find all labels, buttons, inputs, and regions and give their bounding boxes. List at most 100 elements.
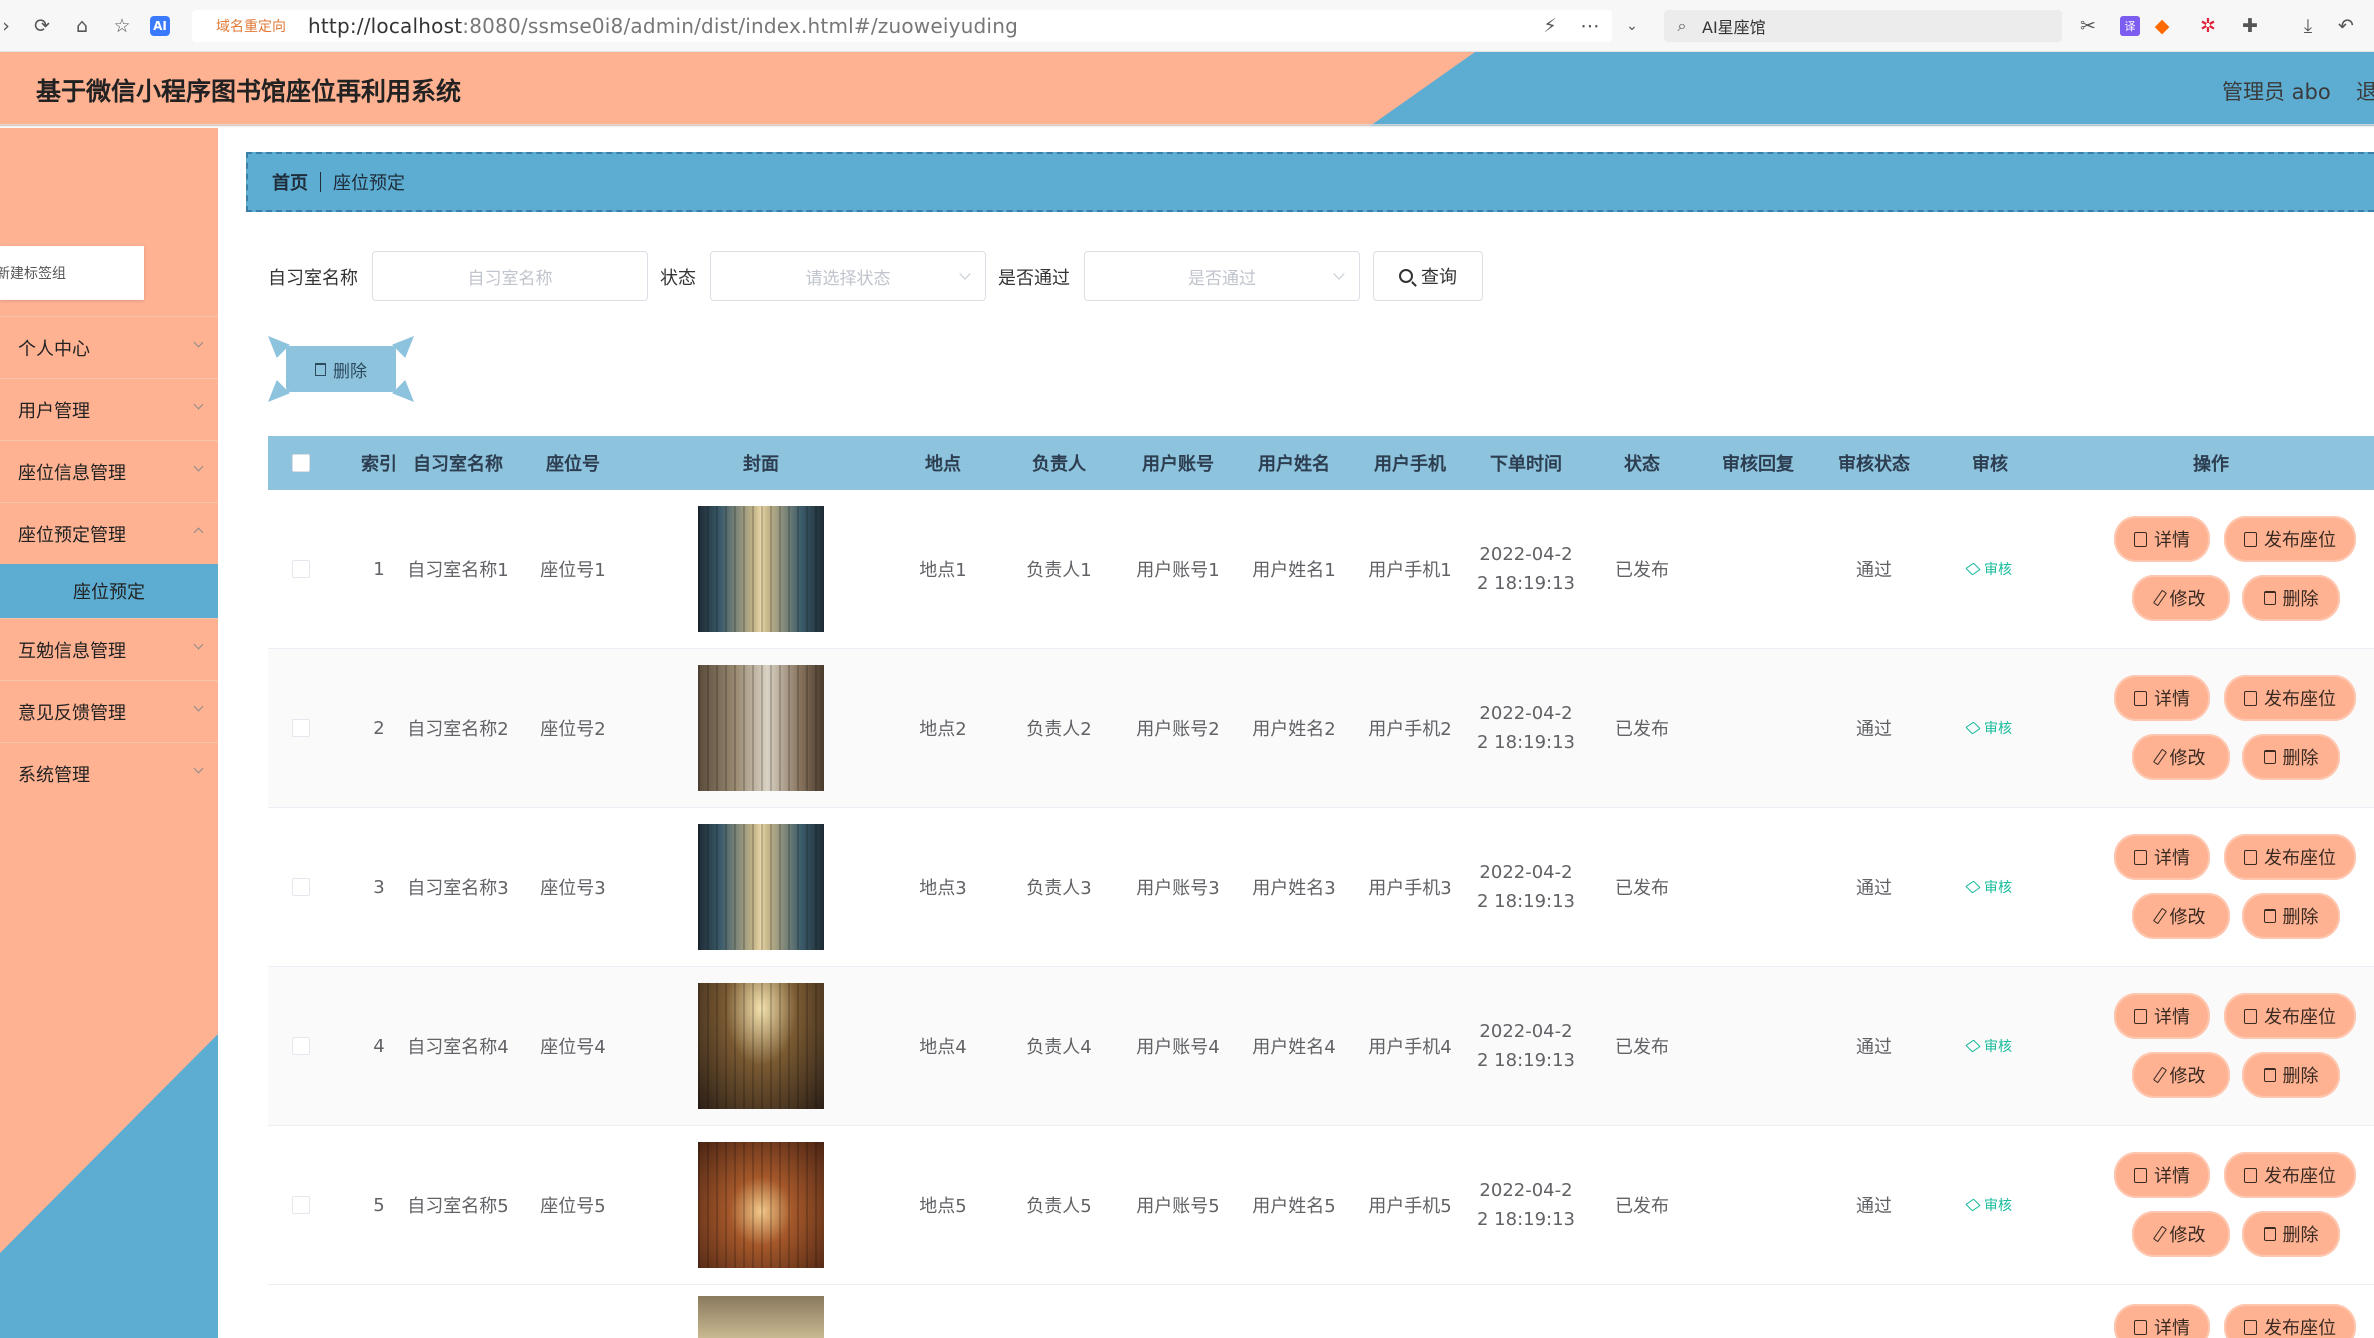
detail-button[interactable]: 详情 bbox=[2114, 993, 2210, 1039]
logout-link[interactable]: 退 bbox=[2356, 76, 2374, 106]
publish-seat-button[interactable]: 发布座位 bbox=[2224, 834, 2356, 880]
table-row: 4 自习室名称4 座位号4 地点4 负责人4 用户账号4 用户姓名4 用户手机4… bbox=[268, 967, 2374, 1126]
delete-button[interactable]: 删除 bbox=[2242, 1211, 2340, 1257]
chevron-down-icon bbox=[193, 399, 204, 410]
home-icon[interactable]: ⌂ bbox=[72, 15, 92, 37]
chevron-down-icon bbox=[193, 701, 204, 712]
cell-audit-status: 通过 bbox=[1856, 1196, 1892, 1217]
detail-button[interactable]: 详情 bbox=[2114, 516, 2210, 562]
delete-button[interactable]: 删除 bbox=[2242, 575, 2340, 621]
pass-label: 是否通过 bbox=[998, 268, 1070, 289]
audit-link[interactable]: 审核 bbox=[1932, 967, 2048, 1125]
breadcrumb-home[interactable]: 首页 bbox=[272, 169, 308, 195]
sidebar-item-feedback[interactable]: 意见反馈管理 bbox=[0, 680, 218, 742]
detail-button[interactable]: 详情 bbox=[2114, 1152, 2210, 1198]
room-name-input[interactable]: 自习室名称 bbox=[372, 251, 648, 301]
audit-link[interactable]: 审核 bbox=[1932, 808, 2048, 966]
audit-link[interactable]: 审核 bbox=[1932, 490, 2048, 648]
edit-button[interactable]: 修改 bbox=[2132, 893, 2230, 939]
pencil-icon bbox=[2152, 748, 2167, 766]
favorite-icon[interactable]: ☆ bbox=[112, 15, 132, 37]
row-checkbox[interactable] bbox=[292, 1196, 310, 1214]
breadcrumb-current: 座位预定 bbox=[333, 173, 405, 194]
cell-time: 2022-04-2 2 18:19:13 bbox=[1476, 703, 1575, 753]
chevron-down-icon[interactable]: ⌄ bbox=[1622, 16, 1642, 36]
cell-name: 用户姓名2 bbox=[1252, 719, 1336, 740]
chevron-down-icon bbox=[193, 763, 204, 774]
publish-seat-button[interactable]: 发布座位 bbox=[2224, 675, 2356, 721]
audit-link[interactable]: 审核 bbox=[1932, 649, 2048, 807]
tab-group-label[interactable]: 新建标签组 bbox=[0, 246, 144, 300]
sidebar-subitem-seat-booking[interactable]: 座位预定 bbox=[0, 564, 218, 618]
sidebar-item-personal[interactable]: 个人中心 bbox=[0, 316, 218, 378]
cell-room: 自习室名称2 bbox=[407, 719, 509, 740]
status-select[interactable]: 请选择状态 bbox=[710, 251, 986, 301]
reload-icon[interactable]: ⟳ bbox=[32, 15, 52, 37]
trash-icon bbox=[2263, 1068, 2276, 1082]
sidebar-item-seat-booking[interactable]: 座位预定管理 bbox=[0, 502, 218, 564]
download-icon[interactable]: ⤓ bbox=[2298, 15, 2318, 37]
row-checkbox[interactable] bbox=[292, 719, 310, 737]
audit-link[interactable]: 审核 bbox=[1932, 1126, 2048, 1284]
ai-extension-icon[interactable]: AI bbox=[150, 16, 170, 36]
browser-search[interactable]: ⌕ AI星座馆 bbox=[1664, 10, 2062, 42]
cell-place: 地点2 bbox=[919, 719, 967, 740]
document-icon bbox=[2134, 849, 2147, 865]
table-row: 1 自习室名称1 座位号1 地点1 负责人1 用户账号1 用户姓名1 用户手机1… bbox=[268, 490, 2374, 649]
cell-seat: 座位号5 bbox=[540, 1196, 606, 1217]
publish-seat-button[interactable]: 发布座位 bbox=[2224, 1152, 2356, 1198]
edit-button[interactable]: 修改 bbox=[2132, 1052, 2230, 1098]
cell-seat: 座位号3 bbox=[540, 878, 606, 899]
cell-name: 用户姓名3 bbox=[1252, 878, 1336, 899]
chevron-down-icon bbox=[193, 639, 204, 650]
admin-user[interactable]: 管理员 abo bbox=[2222, 76, 2331, 106]
publish-seat-button[interactable]: 发布座位 bbox=[2224, 516, 2356, 562]
row-checkbox[interactable] bbox=[292, 1037, 310, 1055]
cell-seat: 座位号1 bbox=[540, 560, 606, 581]
edit-button[interactable]: 修改 bbox=[2132, 575, 2230, 621]
undo-icon[interactable]: ↶ bbox=[2336, 15, 2356, 37]
delete-button[interactable]: 删除 bbox=[2242, 1052, 2340, 1098]
cell-status: 已发布 bbox=[1615, 1196, 1669, 1217]
row-checkbox[interactable] bbox=[292, 878, 310, 896]
detail-button[interactable]: 详情 bbox=[2114, 675, 2210, 721]
detail-button[interactable]: 详情 bbox=[2114, 834, 2210, 880]
sidebar-item-system[interactable]: 系统管理 bbox=[0, 742, 218, 804]
edit-button[interactable]: 修改 bbox=[2132, 1211, 2230, 1257]
extension-red-icon[interactable]: ✲ bbox=[2198, 15, 2218, 37]
table-row: 2 自习室名称2 座位号2 地点2 负责人2 用户账号2 用户姓名2 用户手机2… bbox=[268, 649, 2374, 808]
puzzle-icon[interactable]: ✚ bbox=[2240, 15, 2260, 37]
publish-seat-button[interactable]: 发布座位 bbox=[2224, 1304, 2356, 1338]
query-button[interactable]: 查询 bbox=[1373, 251, 1483, 301]
cell-seat: 座位号4 bbox=[540, 1037, 606, 1058]
cover-image bbox=[698, 824, 824, 950]
lightning-icon[interactable]: ⚡ bbox=[1540, 15, 1560, 37]
breadcrumb-separator bbox=[320, 172, 321, 192]
cell-room: 自习室名称5 bbox=[407, 1196, 509, 1217]
forward-icon[interactable]: › bbox=[0, 15, 16, 37]
cover-image bbox=[698, 983, 824, 1109]
address-bar[interactable]: 域名重定向 http://localhost:8080/ssmse0i8/adm… bbox=[192, 10, 1612, 42]
app-header: 基于微信小程序图书馆座位再利用系统 管理员 abo 退 bbox=[0, 52, 2374, 126]
batch-delete-button[interactable]: 删除 bbox=[268, 336, 414, 402]
select-all-checkbox[interactable] bbox=[292, 454, 310, 472]
pass-select[interactable]: 是否通过 bbox=[1084, 251, 1360, 301]
scissors-icon[interactable]: ✂ bbox=[2078, 15, 2098, 37]
game-icon[interactable]: ◆ bbox=[2152, 15, 2172, 37]
pencil-icon bbox=[2152, 1066, 2167, 1084]
cell-reply bbox=[1700, 649, 1816, 807]
delete-button[interactable]: 删除 bbox=[2242, 893, 2340, 939]
sidebar-item-users[interactable]: 用户管理 bbox=[0, 378, 218, 440]
publish-seat-button[interactable]: 发布座位 bbox=[2224, 993, 2356, 1039]
row-checkbox[interactable] bbox=[292, 560, 310, 578]
sidebar-item-seat-info[interactable]: 座位信息管理 bbox=[0, 440, 218, 502]
cell-status: 已发布 bbox=[1615, 1037, 1669, 1058]
status-label: 状态 bbox=[660, 268, 696, 289]
more-icon[interactable]: ⋯ bbox=[1580, 15, 1600, 37]
detail-button[interactable]: 详情 bbox=[2114, 1304, 2210, 1338]
translate-icon[interactable]: 译 bbox=[2120, 16, 2140, 36]
app-title: 基于微信小程序图书馆座位再利用系统 bbox=[36, 77, 462, 106]
sidebar-item-mutual[interactable]: 互勉信息管理 bbox=[0, 618, 218, 680]
delete-button[interactable]: 删除 bbox=[2242, 734, 2340, 780]
edit-button[interactable]: 修改 bbox=[2132, 734, 2230, 780]
